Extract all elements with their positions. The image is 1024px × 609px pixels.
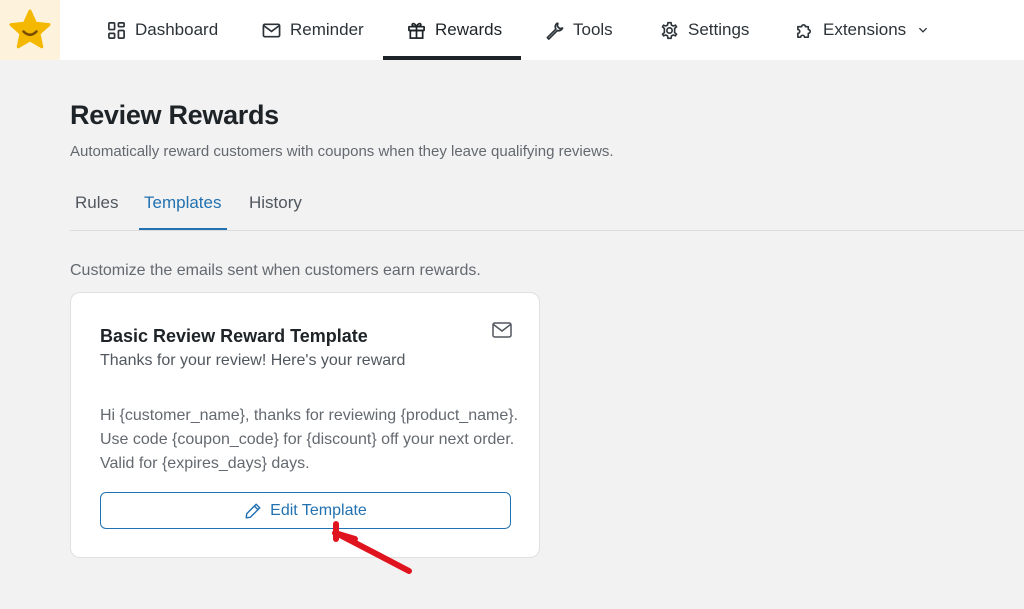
template-card: Basic Review Reward Template Thanks for … (70, 292, 540, 558)
template-title: Basic Review Reward Template (100, 326, 368, 346)
tab-templates[interactable]: Templates (144, 193, 221, 213)
chevron-down-icon (919, 27, 928, 33)
gear-icon (661, 21, 678, 39)
nav-dashboard[interactable]: Dashboard (107, 0, 218, 60)
mail-icon (492, 322, 512, 338)
puzzle-icon (797, 23, 811, 38)
edit-template-button[interactable]: Edit Template (100, 492, 511, 529)
active-nav-indicator (383, 56, 521, 60)
dashboard-icon (108, 21, 125, 39)
template-subject: Thanks for your review! Here's your rewa… (100, 352, 406, 369)
mail-icon (262, 22, 281, 38)
edit-template-label: Edit Template (270, 501, 367, 519)
nav-label: Reminder (290, 20, 364, 39)
nav-rewards[interactable]: Rewards (407, 0, 502, 60)
page-title: Review Rewards (70, 100, 279, 130)
nav-label: Dashboard (135, 20, 219, 39)
template-body: Hi {customer_name}, thanks for reviewing… (100, 407, 519, 472)
wrench-icon (546, 22, 564, 40)
nav-label: Tools (573, 20, 613, 39)
tab-history[interactable]: History (249, 193, 302, 213)
nav-extensions[interactable]: Extensions (795, 0, 929, 60)
nav-label: Rewards (435, 20, 503, 39)
templates-description: Customize the emails sent when customers… (70, 262, 481, 279)
star-logo-icon (9, 9, 51, 49)
app-logo[interactable] (0, 0, 60, 60)
nav-settings[interactable]: Settings (660, 0, 749, 60)
pencil-icon (245, 503, 261, 518)
nav-label: Extensions (823, 20, 907, 39)
nav-tools[interactable]: Tools (545, 0, 613, 60)
top-navigation-bar: Dashboard Reminder Rewards Tools Setting… (0, 0, 1024, 60)
active-tab-indicator (139, 228, 227, 230)
page-subtitle: Automatically reward customers with coup… (70, 143, 614, 160)
tabs-divider (70, 230, 1024, 231)
tab-rules[interactable]: Rules (75, 193, 118, 213)
nav-label: Settings (688, 20, 750, 39)
nav-reminder[interactable]: Reminder (262, 0, 364, 60)
gift-icon (408, 22, 425, 39)
